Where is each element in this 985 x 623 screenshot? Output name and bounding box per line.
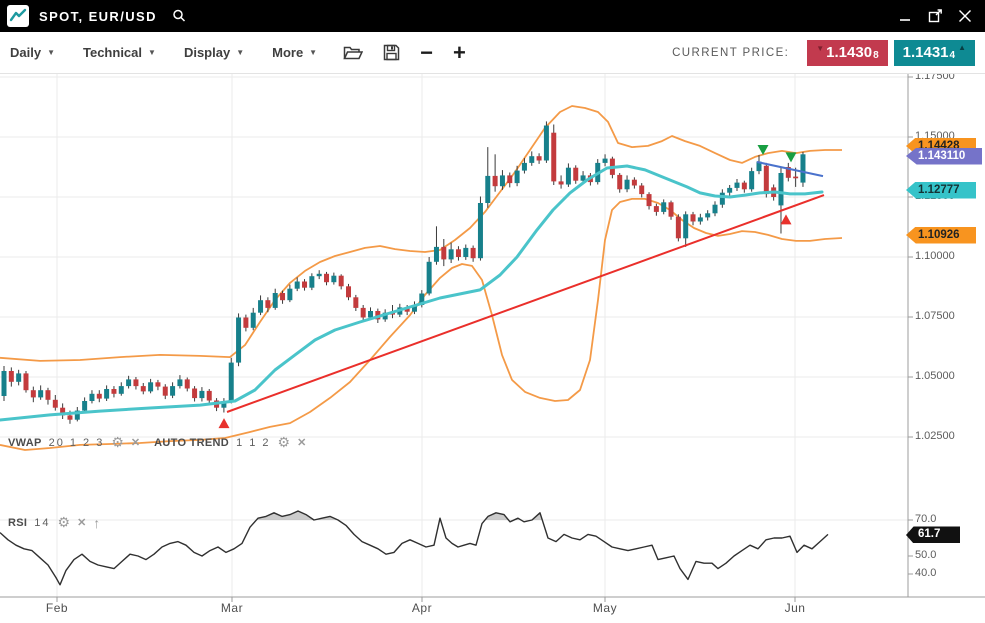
- app-logo-icon: [7, 5, 29, 27]
- lower-band-badge: 1.10926: [906, 227, 976, 244]
- current-price-label: CURRENT PRICE:: [672, 47, 789, 59]
- month-label: Jun: [773, 601, 817, 615]
- close-button[interactable]: [957, 8, 973, 24]
- search-icon[interactable]: [171, 8, 187, 24]
- title-bar: SPOT, EUR/USD: [0, 0, 985, 32]
- menu-more[interactable]: More▼: [272, 45, 317, 60]
- toolbar: Daily▼ Technical▼ Display▼ More▼ − + CURREN…: [0, 32, 985, 74]
- bid-value: 1.1430: [826, 44, 872, 61]
- indicator-name: RSI: [8, 517, 27, 529]
- gear-icon[interactable]: ⚙: [58, 514, 71, 531]
- indicator-chip-auto-trend: AUTO TREND 1 1 2 ⚙ ✕: [154, 434, 306, 451]
- up-arrow-icon: ▲: [958, 43, 966, 52]
- price-axis-label: 1.10000: [915, 250, 955, 262]
- indicator-chip-vwap: VWAP 20 1 2 3 ⚙ ✕: [8, 434, 140, 451]
- menu-daily[interactable]: Daily▼: [10, 45, 55, 60]
- ask-value: 1.1431: [903, 44, 949, 61]
- bid-price-badge: ▼1.14308: [807, 40, 887, 66]
- rsi-axis-label: 70.0: [915, 513, 936, 525]
- rsi-axis-label: 50.0: [915, 549, 936, 561]
- minimize-button[interactable]: [897, 8, 913, 24]
- gear-icon[interactable]: ⚙: [111, 434, 124, 451]
- vwap-value-badge: 1.12777: [906, 182, 976, 199]
- ask-price-badge: 1.14314▲: [894, 40, 975, 66]
- last-price-badge: 1.143110: [906, 148, 982, 165]
- close-icon[interactable]: ✕: [77, 516, 86, 529]
- month-label: Mar: [210, 601, 254, 615]
- indicator-name: VWAP: [8, 437, 42, 449]
- window-title: SPOT, EUR/USD: [39, 9, 157, 24]
- price-axis-label: 1.02500: [915, 430, 955, 442]
- rsi-indicator-label: RSI 14 ⚙ ✕ ↑: [8, 514, 100, 531]
- menu-display[interactable]: Display▼: [184, 45, 244, 60]
- main-indicator-labels: VWAP 20 1 2 3 ⚙ ✕ AUTO TREND 1 1 2 ⚙ ✕: [8, 434, 306, 451]
- close-icon[interactable]: ✕: [131, 436, 140, 449]
- chart-overlays: 1.175001.150001.125001.100001.075001.050…: [0, 0, 985, 623]
- month-label: Feb: [35, 601, 79, 615]
- chevron-down-icon: ▼: [148, 48, 156, 57]
- chevron-down-icon: ▼: [47, 48, 55, 57]
- indicator-params: 1 1 2: [236, 437, 270, 449]
- open-folder-icon[interactable]: [343, 44, 363, 61]
- zoom-out-button[interactable]: −: [420, 43, 433, 63]
- gear-icon[interactable]: ⚙: [278, 434, 291, 451]
- indicator-params: 20 1 2 3: [49, 437, 105, 449]
- chevron-down-icon: ▼: [236, 48, 244, 57]
- save-icon[interactable]: [383, 44, 400, 61]
- menu-bar: Daily▼ Technical▼ Display▼ More▼: [10, 45, 317, 60]
- rsi-value-badge: 61.7: [906, 526, 960, 543]
- restore-button[interactable]: [927, 8, 943, 24]
- close-icon[interactable]: ✕: [297, 436, 306, 449]
- zoom-in-button[interactable]: +: [453, 43, 466, 63]
- price-axis-label: 1.07500: [915, 310, 955, 322]
- indicator-name: AUTO TREND: [154, 437, 229, 449]
- bid-subdigit: 8: [873, 50, 879, 61]
- down-arrow-icon: ▼: [816, 44, 824, 53]
- ask-subdigit: 4: [950, 50, 956, 61]
- chevron-down-icon: ▼: [309, 48, 317, 57]
- menu-technical[interactable]: Technical▼: [83, 45, 156, 60]
- indicator-params: 14: [34, 517, 50, 529]
- month-label: Apr: [400, 601, 444, 615]
- month-label: May: [583, 601, 627, 615]
- rsi-axis-label: 40.0: [915, 567, 936, 579]
- arrow-up-icon[interactable]: ↑: [93, 515, 100, 531]
- price-axis-label: 1.05000: [915, 370, 955, 382]
- indicator-chip-rsi: RSI 14 ⚙ ✕ ↑: [8, 514, 100, 531]
